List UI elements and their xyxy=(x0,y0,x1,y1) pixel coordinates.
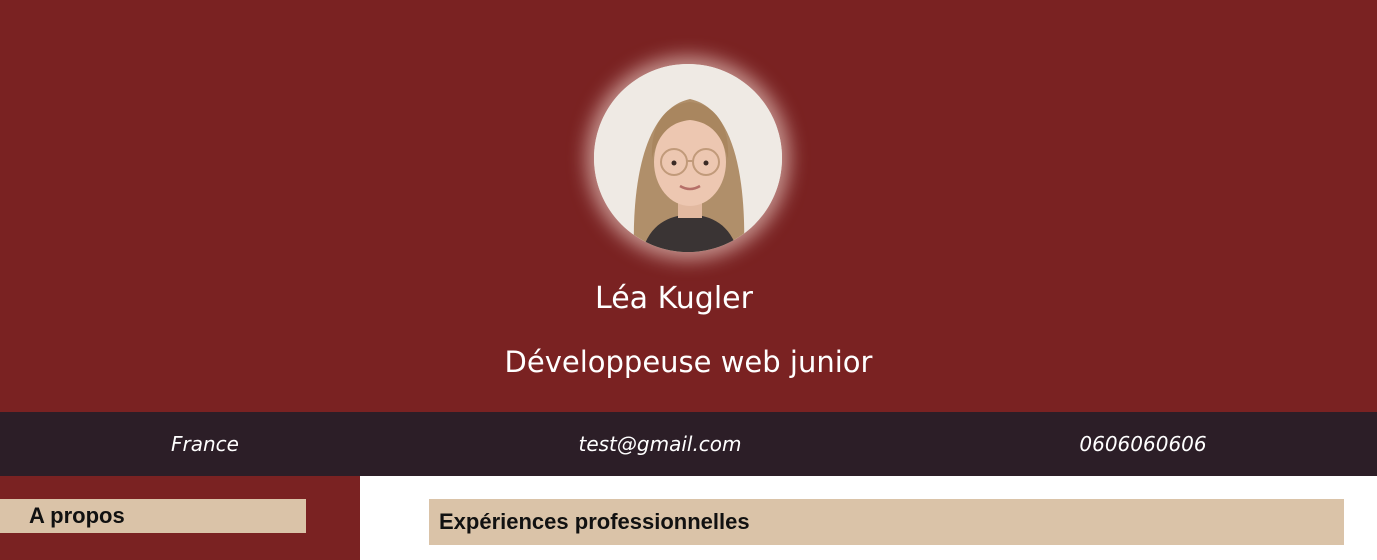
portrait-icon xyxy=(594,64,782,252)
contact-location: France xyxy=(171,432,239,456)
profile-header: Léa Kugler Développeuse web junior xyxy=(0,0,1377,412)
profile-photo xyxy=(594,64,782,252)
contact-bar: France test@gmail.com 0606060606 xyxy=(0,412,1377,476)
about-section-title: A propos xyxy=(0,499,306,533)
contact-phone: 0606060606 xyxy=(1079,432,1207,456)
profile-name: Léa Kugler xyxy=(595,281,753,316)
profile-job-title: Développeuse web junior xyxy=(504,345,873,379)
contact-email: test@gmail.com xyxy=(578,432,742,456)
main-column: Expériences professionnelles xyxy=(360,476,1377,560)
experience-section-title: Expériences professionnelles xyxy=(429,499,1344,545)
sidebar-column: A propos xyxy=(0,476,360,560)
